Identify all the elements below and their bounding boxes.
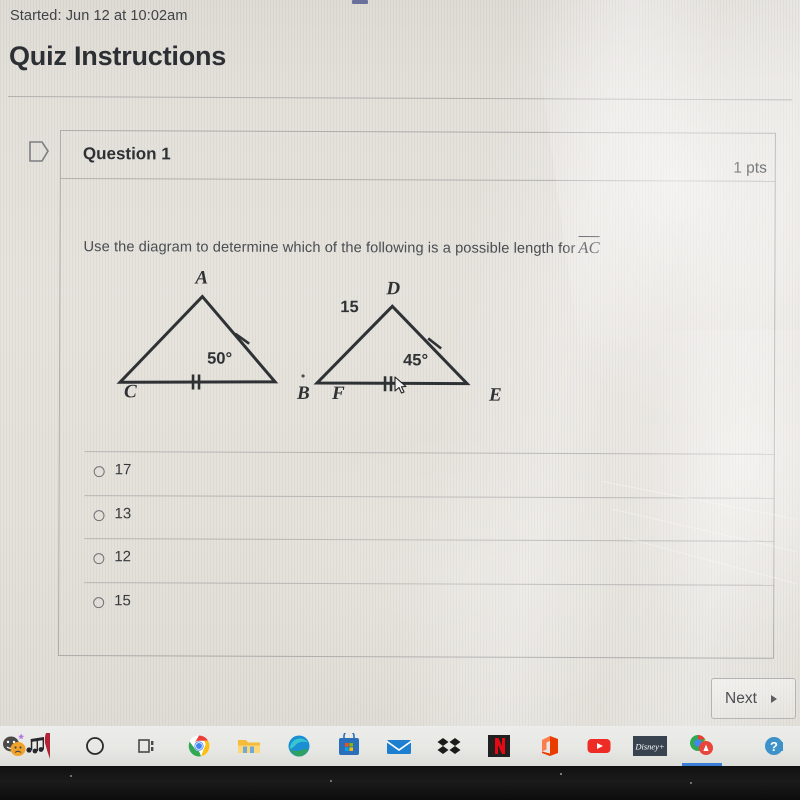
vertex-label-d: D <box>386 278 401 300</box>
microsoft-office-icon[interactable] <box>536 733 562 759</box>
question-prompt-text: Use the diagram to determine which of th… <box>83 239 576 257</box>
question-header: Question 1 1 pts <box>60 131 775 182</box>
question-points: 1 pts <box>733 159 767 177</box>
question-container: Question 1 1 pts Use the diagram to dete… <box>57 130 776 659</box>
answer-option-label: 12 <box>114 548 132 566</box>
disney-plus-icon[interactable]: Disney+ <box>632 733 668 759</box>
theater-masks-music-icon[interactable] <box>2 733 50 759</box>
answer-option-row[interactable]: 17 <box>84 451 775 498</box>
next-button[interactable]: Next <box>711 678 796 719</box>
mail-icon[interactable] <box>386 733 412 759</box>
vertex-label-b: B <box>296 382 310 404</box>
cutoff-text-fragment <box>352 0 368 4</box>
microsoft-store-icon[interactable] <box>336 730 362 759</box>
triangle-def <box>313 304 471 386</box>
question-prompt: Use the diagram to determine which of th… <box>83 235 600 258</box>
vertex-label-c: C <box>123 381 137 403</box>
angle-label-50: 50° <box>207 349 233 368</box>
cortana-circle-icon[interactable] <box>82 733 108 759</box>
screen-photo: Started: Jun 12 at 10:02am Quiz Instruct… <box>0 0 800 800</box>
google-chrome-icon[interactable] <box>186 733 212 759</box>
microsoft-edge-icon[interactable] <box>286 733 312 759</box>
vertex-label-a: A <box>195 267 209 289</box>
segment-ac-label: AC <box>578 235 600 258</box>
windows-taskbar: Disney+ ? <box>0 726 800 766</box>
vertex-label-f: F <box>331 383 345 405</box>
svg-text:?: ? <box>770 739 778 754</box>
geometry-diagram: A C B 50° D F E 15 45° <box>115 267 535 406</box>
answer-option-label: 13 <box>114 504 132 522</box>
task-view-icon[interactable] <box>134 733 160 759</box>
radio-button[interactable] <box>93 553 105 565</box>
netflix-icon[interactable] <box>486 733 512 759</box>
flag-outline-icon[interactable] <box>28 140 50 164</box>
file-explorer-icon[interactable] <box>236 733 262 759</box>
radio-button[interactable] <box>93 596 105 608</box>
chevron-right-icon <box>771 695 777 703</box>
answer-option-label: 17 <box>114 461 132 479</box>
youtube-icon[interactable] <box>586 733 612 759</box>
vertex-label-e: E <box>488 384 502 406</box>
answer-option-row[interactable]: 15 <box>84 581 775 628</box>
quiz-started-timestamp: Started: Jun 12 at 10:02am <box>10 8 188 24</box>
next-button-label: Next <box>725 690 757 707</box>
radio-button[interactable] <box>93 509 105 521</box>
answer-option-label: 15 <box>114 591 131 609</box>
answer-options-list: 17 13 12 15 <box>84 451 775 628</box>
answer-option-row[interactable]: 12 <box>84 538 775 585</box>
monitor-bezel <box>0 766 800 800</box>
svg-text:Disney+: Disney+ <box>634 742 664 752</box>
radio-button[interactable] <box>93 466 105 478</box>
question-title: Question 1 <box>82 144 171 164</box>
answer-option-row[interactable]: 13 <box>84 494 775 541</box>
angle-label-45: 45° <box>403 351 429 370</box>
chrome-app-active-icon[interactable] <box>686 733 718 759</box>
triangle-abc <box>116 294 279 384</box>
dropbox-icon[interactable] <box>436 733 462 759</box>
help-question-icon[interactable]: ? <box>762 733 788 759</box>
page-title: Quiz Instructions <box>9 41 227 71</box>
side-length-label-15: 15 <box>340 298 359 317</box>
